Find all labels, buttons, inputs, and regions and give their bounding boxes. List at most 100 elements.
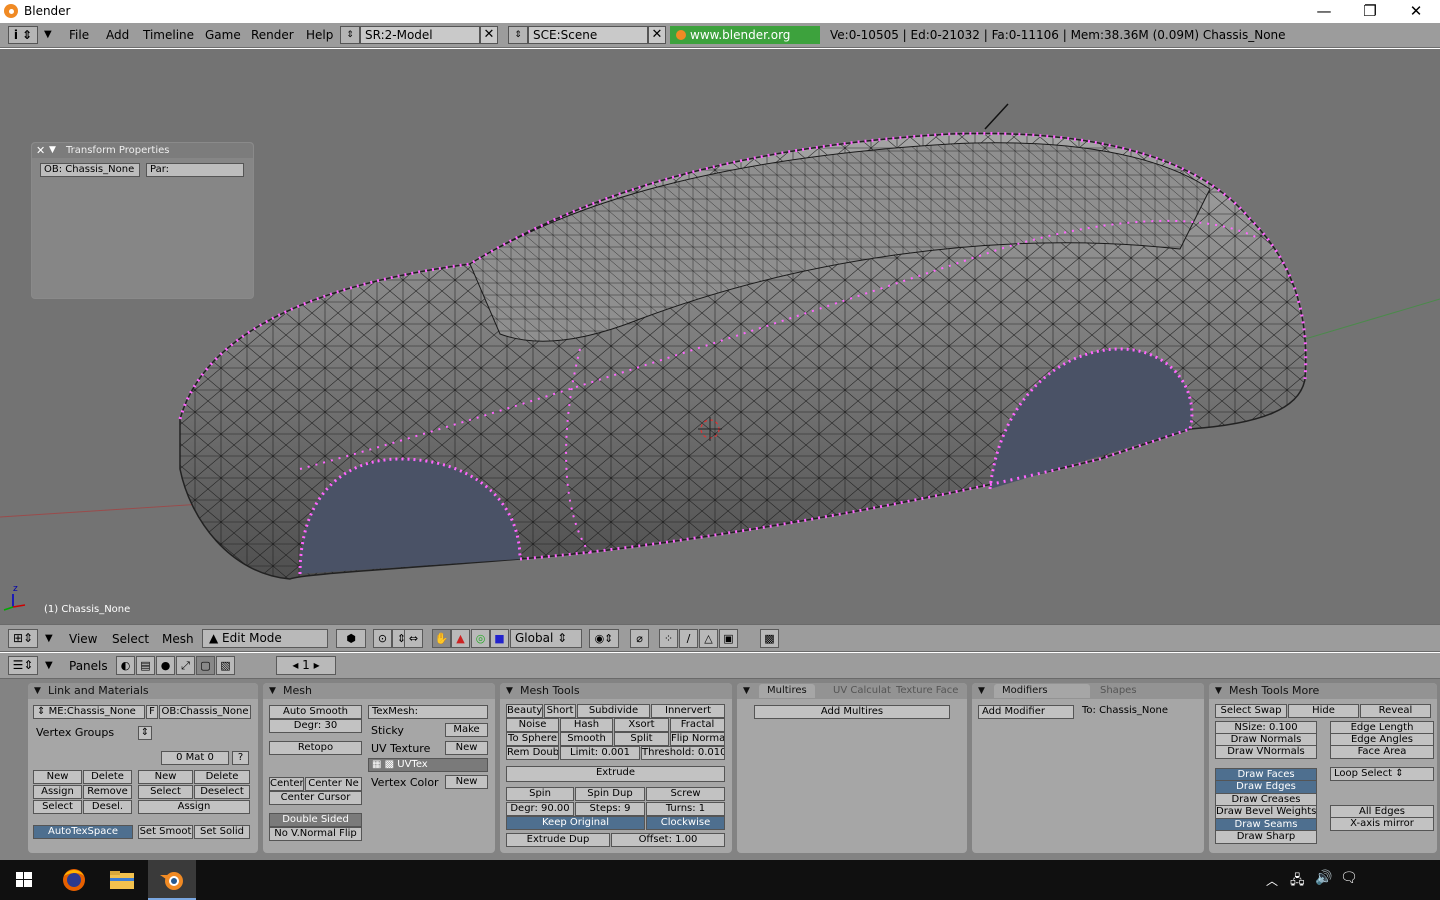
frame-field[interactable]: ◂ 1 ▸ [276,656,336,675]
uv-texture-new-button[interactable]: New [445,741,488,755]
screw-button[interactable]: Screw [646,787,725,801]
hand-manipulator-icon[interactable]: ✋ [432,629,451,648]
collapse-menu-icon[interactable]: ▼ [44,29,52,40]
edge-select-icon[interactable]: ∕ [679,629,698,648]
draw-sharp-toggle[interactable]: Draw Sharp [1215,830,1317,844]
material-select-button[interactable]: Select [138,785,193,799]
snap-icon[interactable]: ⌀ [630,629,649,648]
center-button[interactable]: Center [269,777,304,791]
object-name-field[interactable]: OB: Chassis_None [40,163,140,177]
menu-mesh[interactable]: Mesh [162,632,194,646]
editing-icon[interactable]: ▢ [196,656,215,675]
vgroup-deselect-button[interactable]: Desel. [83,800,132,814]
material-index-field[interactable]: 0 Mat 0 [161,751,229,765]
link-materials-header[interactable]: ▼ Link and Materials [28,683,258,699]
object-icon[interactable]: ⤢ [176,656,195,675]
collapse-triangle-icon[interactable]: ▼ [506,683,513,699]
vgroup-assign-button[interactable]: Assign [33,785,82,799]
vertex-select-icon[interactable]: ⁘ [659,629,678,648]
hide-button[interactable]: Hide [1288,704,1359,718]
turns-field[interactable]: Turns: 1 [646,802,725,816]
scale-icon[interactable]: ■ [490,629,509,648]
add-multires-button[interactable]: Add Multires [754,705,950,719]
orientation-select[interactable]: Global ⇕ [510,629,582,648]
center-new-button[interactable]: Center Ne [305,777,362,791]
spin-degree-field[interactable]: Degr: 90.00 [506,802,574,816]
steps-field[interactable]: Steps: 9 [575,802,645,816]
menu-game[interactable]: Game [205,28,241,42]
short-toggle[interactable]: Short [544,704,576,718]
network-icon[interactable]: 🖧 [1290,871,1305,893]
vgroup-remove-button[interactable]: Remove [83,785,132,799]
minimize-button[interactable]: — [1301,0,1347,23]
mesh-tools-header[interactable]: ▼ Mesh Tools [500,683,732,699]
smooth-button[interactable]: Smooth [560,732,613,746]
menu-help[interactable]: Help [306,28,333,42]
mesh-name-field[interactable]: ⇕ ME:Chassis_None [33,705,145,719]
menu-add[interactable]: Add [106,28,129,42]
collapse-triangle-icon[interactable]: ▼ [978,683,985,699]
flip-normal-button[interactable]: Flip Normal [670,732,725,746]
object-name-field[interactable]: OB:Chassis_None [159,705,251,719]
keep-original-toggle[interactable]: Keep Original [506,816,645,830]
scene-browse-icon[interactable]: ⇕ [508,26,528,44]
tab-modifiers[interactable]: Modifiers [994,684,1090,698]
draw-bevel-weights-toggle[interactable]: Draw Bevel Weights [1215,805,1317,819]
material-delete-button[interactable]: Delete [194,770,250,784]
limit-field[interactable]: Limit: 0.001 [560,746,640,760]
face-select-icon[interactable]: △ [699,629,718,648]
threshold-field[interactable]: Threshold: 0.010 [641,746,725,760]
extrude-button[interactable]: Extrude [506,766,725,782]
script-icon[interactable]: ▤ [136,656,155,675]
3d-viewport[interactable]: ✕ ▼ Transform Properties OB: Chassis_Non… [0,49,1440,624]
retopo-toggle[interactable]: Retopo [269,741,362,755]
no-vnormal-flip-toggle[interactable]: No V.Normal Flip [269,827,362,841]
menu-timeline[interactable]: Timeline [143,28,194,42]
translate-icon[interactable]: ▲ [451,629,470,648]
menu-file[interactable]: File [69,28,89,42]
material-help-button[interactable]: ? [232,751,249,765]
notifications-icon[interactable]: 🗨 [1340,870,1358,886]
screen-name-field[interactable]: SR:2-Model [360,26,480,44]
proportional-edit-icon[interactable]: ◉⇕ [589,629,619,648]
material-new-button[interactable]: New [138,770,193,784]
collapse-menu-icon[interactable]: ▼ [45,633,53,644]
menu-select[interactable]: Select [112,632,149,646]
volume-icon[interactable]: 🔊 [1315,870,1332,886]
x-axis-mirror-toggle[interactable]: X-axis mirror [1330,817,1434,831]
fractal-button[interactable]: Fractal [670,718,725,732]
double-sided-toggle[interactable]: Double Sided [269,813,362,827]
center-cursor-button[interactable]: Center Cursor [269,791,362,805]
occlude-icon[interactable]: ▣ [719,629,738,648]
material-deselect-button[interactable]: Deselect [194,785,250,799]
tab-texture-face[interactable]: Texture Face [888,684,966,698]
select-swap-button[interactable]: Select Swap [1215,704,1287,718]
autotexspace-toggle[interactable]: AutoTexSpace [33,825,133,839]
manipulator-toggle-icon[interactable]: ⇔ [404,629,423,648]
vertex-group-browse-icon[interactable]: ⇕ [138,726,152,740]
menu-render[interactable]: Render [251,28,294,42]
mesh-panel-header[interactable]: ▼ Mesh [263,683,495,699]
blender-version-link[interactable]: www.blender.org 249.2 [670,26,820,60]
menu-view[interactable]: View [69,632,97,646]
face-area-toggle[interactable]: Face Area [1330,745,1434,759]
transform-properties-header[interactable]: ✕ ▼ Transform Properties [32,143,253,158]
subdivide-button[interactable]: Subdivide [577,704,650,718]
draw-edges-toggle[interactable]: Draw Edges [1215,780,1317,794]
firefox-taskbar-button[interactable] [50,860,98,900]
screen-browse-icon[interactable]: ⇕ [340,26,360,44]
parent-field[interactable]: Par: [146,163,244,177]
loop-select-dropdown[interactable]: Loop Select ⇕ [1330,767,1434,781]
scene-name-field[interactable]: SCE:Scene [528,26,648,44]
offset-field[interactable]: Offset: 1.00 [611,833,725,847]
clockwise-toggle[interactable]: Clockwise [646,816,725,830]
collapse-triangle-icon[interactable]: ▼ [743,683,750,699]
innervert-select[interactable]: Innervert [651,704,725,718]
draw-type-icon[interactable]: ⬢ [336,629,366,648]
collapse-triangle-icon[interactable]: ▼ [269,683,276,699]
tab-multires[interactable]: Multires [759,684,815,698]
remove-doubles-button[interactable]: Rem Doubl [506,746,559,760]
auto-smooth-toggle[interactable]: Auto Smooth [269,705,362,719]
show-hidden-icons-icon[interactable]: ︿ [1266,872,1278,889]
spin-dup-button[interactable]: Spin Dup [575,787,645,801]
